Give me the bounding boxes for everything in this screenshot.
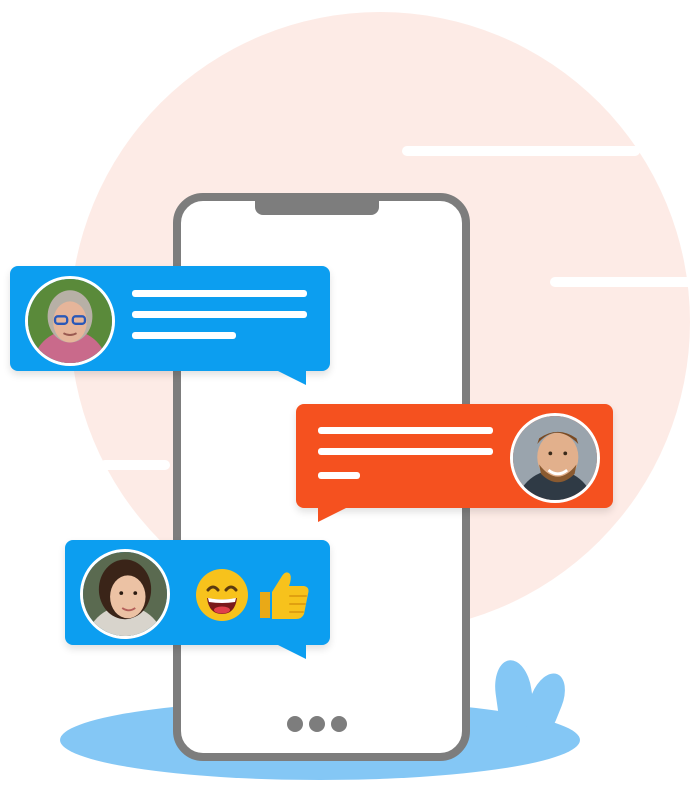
decorative-line xyxy=(550,277,693,287)
thumbs-up-icon xyxy=(256,566,312,622)
text-placeholder-line xyxy=(318,427,493,434)
young-woman-avatar xyxy=(80,549,170,639)
home-dot xyxy=(331,716,347,732)
text-placeholder-line xyxy=(132,332,236,339)
decorative-line xyxy=(100,460,170,470)
bubble-tail xyxy=(276,644,306,659)
phone-notch xyxy=(255,193,379,215)
text-placeholder-line xyxy=(318,472,360,479)
bubble-tail xyxy=(276,370,306,385)
bearded-man-avatar xyxy=(510,413,600,503)
home-dot xyxy=(287,716,303,732)
home-dot xyxy=(309,716,325,732)
older-woman-avatar xyxy=(25,276,115,366)
grinning-face-icon xyxy=(195,568,249,622)
decorative-line xyxy=(402,146,640,156)
text-placeholder-line xyxy=(132,311,307,318)
text-placeholder-line xyxy=(318,448,493,455)
bubble-tail xyxy=(318,507,348,522)
text-placeholder-line xyxy=(132,290,307,297)
